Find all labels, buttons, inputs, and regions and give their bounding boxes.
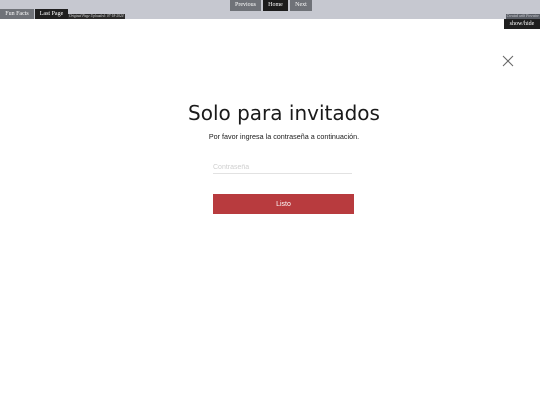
password-field[interactable] xyxy=(213,162,352,174)
close-icon[interactable] xyxy=(501,53,515,67)
upload-date-label: Original Page Uploaded: 07-18-2024 xyxy=(68,14,125,19)
home-button[interactable]: Home xyxy=(263,0,288,11)
next-button[interactable]: Next xyxy=(290,0,312,11)
dialog-subtitle: Por favor ingresa la contraseña a contin… xyxy=(208,132,360,141)
show-hide-button[interactable]: show/hide xyxy=(504,19,540,29)
tab-fun-facts[interactable]: Fun Facts xyxy=(0,9,34,19)
previous-button[interactable]: Previous xyxy=(230,0,261,11)
tab-last-page[interactable]: Last Page xyxy=(35,9,68,19)
submit-button[interactable]: Listo xyxy=(213,194,354,214)
dialog-title: Solo para invitados xyxy=(188,101,380,125)
